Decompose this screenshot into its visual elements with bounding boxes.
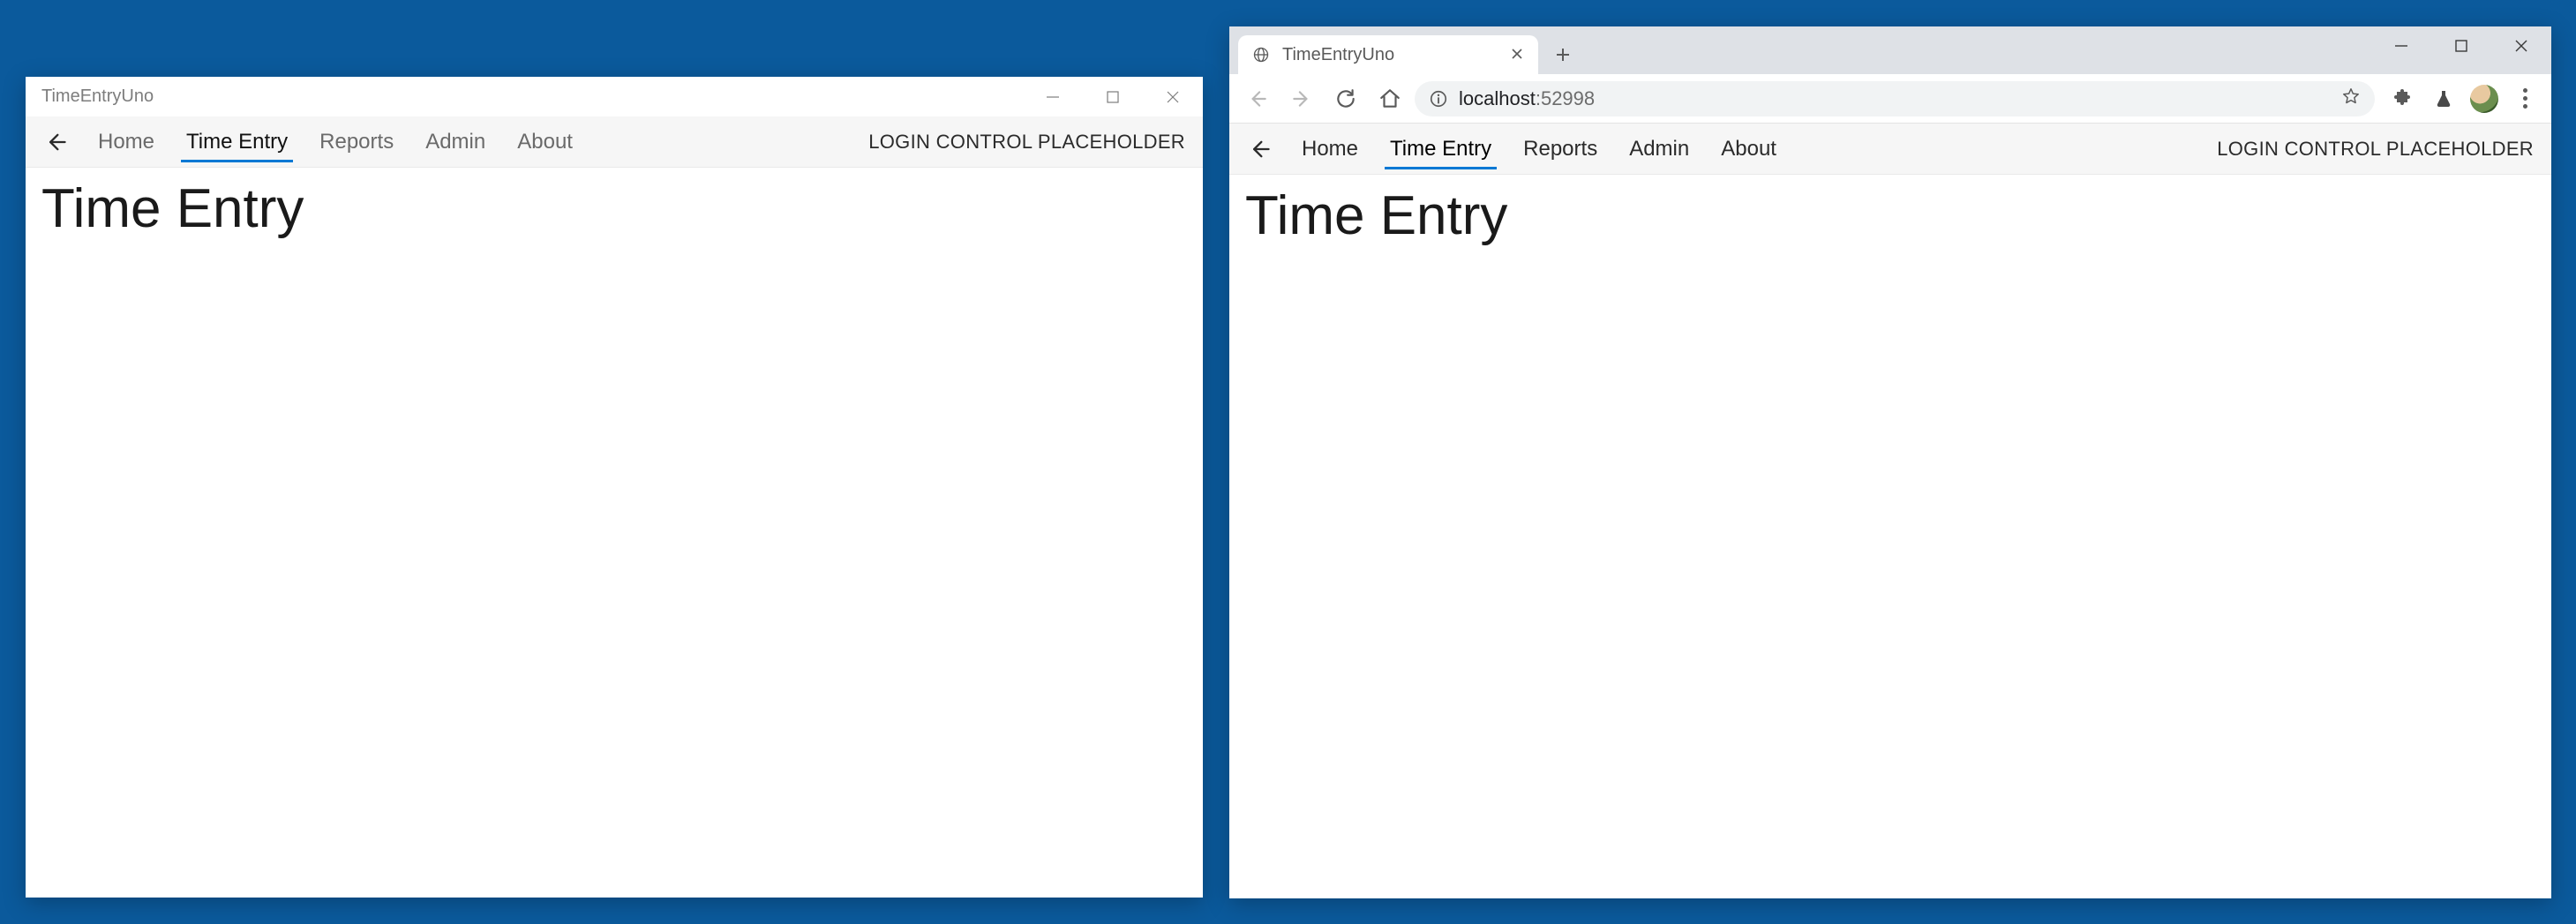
browser-tabstrip: TimeEntryUno: [1229, 26, 2551, 74]
browser-reload-button[interactable]: [1326, 79, 1365, 118]
browser-window: TimeEntryUno: [1229, 26, 2551, 898]
close-button[interactable]: [1143, 77, 1203, 116]
url-host: localhost: [1459, 87, 1536, 109]
browser-tab[interactable]: TimeEntryUno: [1238, 35, 1538, 74]
puzzle-icon: [2392, 88, 2414, 109]
new-tab-button[interactable]: [1545, 37, 1581, 72]
login-control-placeholder: LOGIN CONTROL PLACEHOLDER: [2217, 138, 2541, 161]
app-navbar: Home Time Entry Reports Admin About LOGI…: [26, 116, 1203, 168]
arrow-left-icon: [1246, 87, 1269, 110]
tab-admin[interactable]: Admin: [1613, 124, 1705, 175]
app-content: Time Entry: [1229, 175, 2551, 898]
tab-time-entry-label: Time Entry: [186, 130, 288, 154]
url-text: localhost:52998: [1459, 87, 1595, 110]
back-button[interactable]: [1240, 130, 1279, 169]
maximize-button[interactable]: [2431, 26, 2491, 65]
app-tabs: Home Time Entry Reports Admin About: [82, 116, 589, 168]
tab-reports[interactable]: Reports: [304, 116, 409, 168]
browser-toolbar: localhost:52998: [1229, 74, 2551, 124]
page-heading: Time Entry: [1245, 187, 2535, 244]
native-titlebar: TimeEntryUno: [26, 77, 1203, 116]
browser-toolbar-right: [2385, 81, 2542, 116]
avatar-icon: [2470, 85, 2498, 113]
browser-menu-button[interactable]: [2507, 81, 2542, 116]
arrow-left-icon: [43, 130, 68, 154]
tab-time-entry[interactable]: Time Entry: [170, 116, 304, 168]
browser-window-controls: [2371, 26, 2551, 65]
tab-reports-label: Reports: [1523, 137, 1597, 162]
star-icon: [2341, 86, 2361, 106]
minimize-icon: [1045, 89, 1061, 105]
tab-admin-label: Admin: [1629, 137, 1689, 162]
home-icon: [1378, 87, 1401, 110]
native-app-window: TimeEntryUno Home Time Entry Reports Adm…: [26, 77, 1203, 898]
login-control-placeholder: LOGIN CONTROL PLACEHOLDER: [868, 131, 1192, 154]
maximize-icon: [1105, 89, 1121, 105]
profile-button[interactable]: [2467, 81, 2502, 116]
arrow-left-icon: [1247, 137, 1272, 162]
extension-pinned-button[interactable]: [2426, 81, 2461, 116]
globe-icon: [1250, 44, 1272, 65]
bookmark-button[interactable]: [2341, 86, 2361, 111]
kebab-icon: [2523, 88, 2527, 109]
tab-time-entry-label: Time Entry: [1390, 137, 1491, 162]
tab-about[interactable]: About: [501, 116, 589, 168]
info-icon: [1429, 89, 1448, 109]
close-button[interactable]: [2491, 26, 2551, 65]
flask-icon: [2433, 88, 2454, 109]
tab-home-label: Home: [1302, 137, 1358, 162]
tab-reports[interactable]: Reports: [1507, 124, 1613, 175]
arrow-right-icon: [1290, 87, 1313, 110]
page-heading: Time Entry: [41, 180, 1187, 237]
tab-about-label: About: [1721, 137, 1776, 162]
tab-admin-label: Admin: [425, 130, 485, 154]
url-port: :52998: [1536, 87, 1595, 109]
close-icon: [1511, 48, 1523, 60]
tab-admin[interactable]: Admin: [409, 116, 501, 168]
minimize-button[interactable]: [2371, 26, 2431, 65]
back-button[interactable]: [36, 123, 75, 162]
app-tabs: Home Time Entry Reports Admin About: [1286, 124, 1792, 175]
close-icon: [2513, 38, 2529, 54]
tab-time-entry[interactable]: Time Entry: [1374, 124, 1507, 175]
native-window-controls: [1023, 77, 1203, 116]
app-navbar: Home Time Entry Reports Admin About LOGI…: [1229, 124, 2551, 175]
browser-forward-button[interactable]: [1282, 79, 1321, 118]
tab-reports-label: Reports: [319, 130, 394, 154]
minimize-icon: [2393, 38, 2409, 54]
minimize-button[interactable]: [1023, 77, 1083, 116]
app-content: Time Entry: [26, 168, 1203, 898]
tab-home[interactable]: Home: [82, 116, 170, 168]
browser-tab-title: TimeEntryUno: [1282, 45, 1498, 65]
tab-close-button[interactable]: [1508, 45, 1526, 65]
maximize-icon: [2453, 38, 2469, 54]
tab-about-label: About: [517, 130, 573, 154]
browser-home-button[interactable]: [1371, 79, 1409, 118]
tab-home[interactable]: Home: [1286, 124, 1374, 175]
maximize-button[interactable]: [1083, 77, 1143, 116]
extensions-button[interactable]: [2385, 81, 2421, 116]
browser-back-button[interactable]: [1238, 79, 1277, 118]
address-bar[interactable]: localhost:52998: [1415, 81, 2375, 116]
site-info-button[interactable]: [1429, 89, 1448, 109]
native-window-title: TimeEntryUno: [41, 86, 1023, 107]
reload-icon: [1334, 87, 1357, 110]
tab-about[interactable]: About: [1705, 124, 1792, 175]
close-icon: [1165, 89, 1181, 105]
plus-icon: [1554, 46, 1572, 64]
tab-home-label: Home: [98, 130, 154, 154]
